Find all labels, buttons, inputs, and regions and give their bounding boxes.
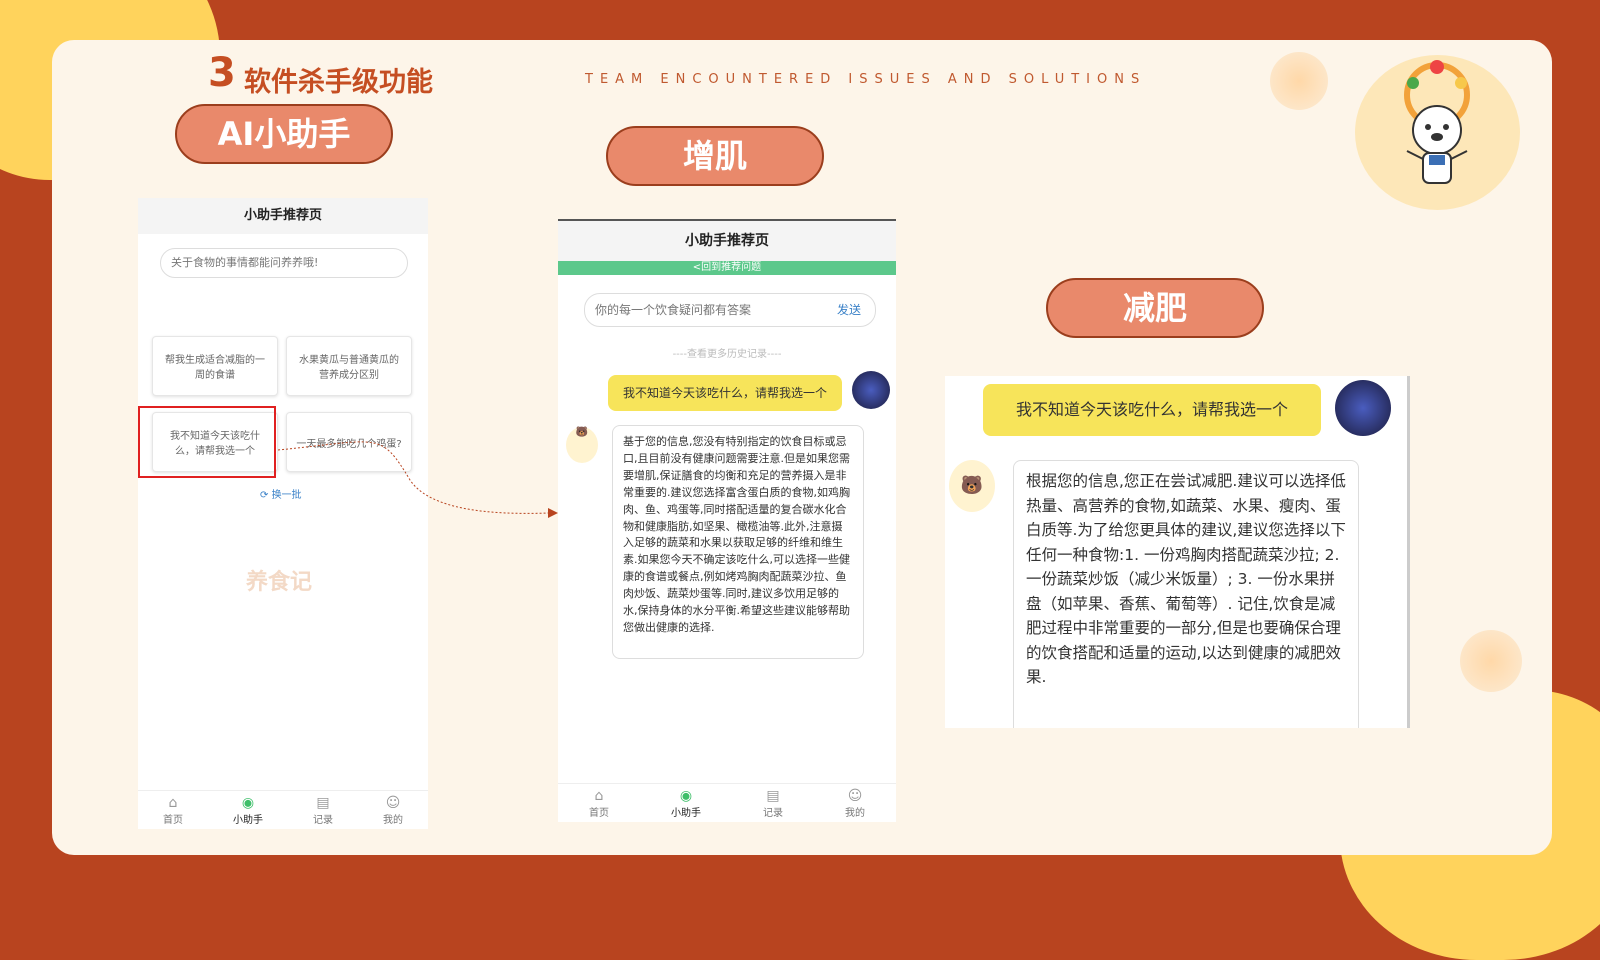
- tab-profile[interactable]: ☺ 我的: [845, 784, 865, 822]
- suggestion-card[interactable]: 水果黄瓜与普通黄瓜的营养成分区别: [286, 336, 412, 396]
- page-header: 小助手推荐页: [558, 221, 896, 261]
- bottom-tabbar: ⌂ 首页 ◉ 小助手 ▤ 记录 ☺ 我的: [138, 790, 428, 829]
- user-avatar: [852, 371, 890, 409]
- back-to-suggestions-link[interactable]: <回到推荐问题: [558, 261, 896, 275]
- user-avatar: [1335, 380, 1391, 436]
- user-icon: ☺: [847, 788, 863, 804]
- history-link[interactable]: ----查看更多历史记录----: [558, 345, 896, 360]
- tab-records[interactable]: ▤ 记录: [763, 784, 783, 822]
- watermark-logo: 养食记: [246, 570, 313, 595]
- bot-avatar: 🐻: [949, 460, 995, 512]
- phone-screen-chat: 小助手推荐页 <回到推荐问题 你的每一个饮食疑问都有答案 发送 ----查看更多…: [558, 219, 896, 822]
- search-input[interactable]: 关于食物的事情都能问养养哦!: [160, 248, 408, 278]
- compass-icon: ◉: [679, 788, 693, 804]
- bottom-tabbar: ⌂ 首页 ◉ 小助手 ▤ 记录 ☺ 我的: [558, 783, 896, 822]
- question-input[interactable]: 你的每一个饮食疑问都有答案 发送: [584, 293, 876, 327]
- home-icon: ⌂: [594, 788, 604, 804]
- mascot-logo: [1355, 55, 1520, 210]
- tab-assistant[interactable]: ◉ 小助手: [233, 791, 263, 829]
- bot-reply: 基于您的信息,您没有特别指定的饮食目标或忌口,且目前没有健康问题需要注意.但是如…: [612, 425, 864, 659]
- slide-tagline: TEAM ENCOUNTERED ISSUES AND SOLUTIONS: [585, 72, 1147, 87]
- user-icon: ☺: [385, 795, 401, 811]
- mascot-bear-icon: [1404, 60, 1470, 184]
- selected-card-highlight: [138, 406, 276, 478]
- slide-title: 软件杀手级功能: [244, 67, 433, 98]
- send-button[interactable]: 发送: [837, 294, 861, 326]
- decor-dot: [1460, 630, 1522, 692]
- home-icon: ⌂: [168, 795, 178, 811]
- user-message: 我不知道今天该吃什么，请帮我选一个: [983, 384, 1321, 436]
- chat-screenshot-weight-loss: 我不知道今天该吃什么，请帮我选一个 🐻 根据您的信息,您正在尝试减肥.建议可以选…: [945, 376, 1410, 728]
- connector-arrow: [277, 441, 558, 518]
- tab-home[interactable]: ⌂ 首页: [163, 791, 183, 829]
- bot-reply: 根据您的信息,您正在尝试减肥.建议可以选择低热量、高营养的食物,如蔬菜、水果、瘦…: [1013, 460, 1359, 728]
- weight-loss-pill: 减肥: [1046, 278, 1264, 338]
- muscle-gain-pill: 增肌: [606, 126, 824, 186]
- slide-number: 3: [208, 50, 236, 96]
- tab-records[interactable]: ▤ 记录: [313, 791, 333, 829]
- ai-assistant-pill: AI小助手: [175, 104, 393, 164]
- tab-profile[interactable]: ☺ 我的: [383, 791, 403, 829]
- tab-assistant[interactable]: ◉ 小助手: [671, 784, 701, 822]
- page-header: 小助手推荐页: [138, 198, 428, 234]
- suggestion-card[interactable]: 帮我生成适合减脂的一周的食谱: [152, 336, 278, 396]
- user-message: 我不知道今天该吃什么，请帮我选一个: [608, 375, 842, 411]
- note-icon: ▤: [316, 795, 330, 811]
- tab-home[interactable]: ⌂ 首页: [589, 784, 609, 822]
- decor-dot: [1270, 52, 1328, 110]
- bot-avatar: 🐻: [566, 427, 598, 463]
- note-icon: ▤: [766, 788, 780, 804]
- compass-icon: ◉: [241, 795, 255, 811]
